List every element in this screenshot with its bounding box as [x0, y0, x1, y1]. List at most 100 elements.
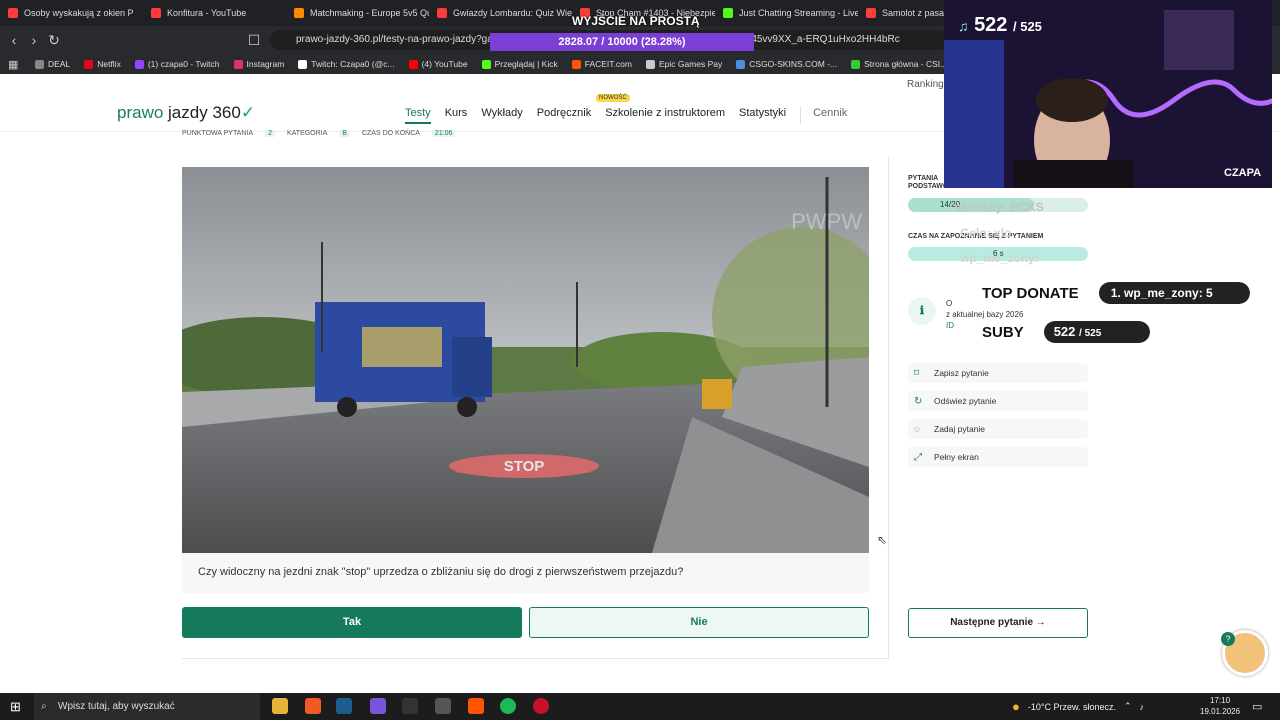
tray-arrow-icon[interactable]: ⌃ — [1124, 701, 1132, 712]
nav-item[interactable]: Testy — [405, 107, 431, 124]
taskbar-clock[interactable]: 17:10 19.01.2026 — [1200, 695, 1240, 717]
image-watermark: PWPW — [791, 209, 862, 234]
nav-item[interactable]: Wykłady — [481, 107, 522, 124]
epic-games-icon[interactable] — [402, 698, 418, 714]
bookmark-label: Instagram — [246, 59, 285, 69]
bookmark-item[interactable]: (4) YouTube — [404, 59, 473, 69]
chat-icon: ◌ — [914, 423, 920, 435]
meta-value-points: 2 — [265, 130, 275, 137]
subs-widget-current: 522 — [1053, 324, 1076, 339]
notification-icon[interactable]: ▭ — [1252, 700, 1262, 713]
volume-icon[interactable]: ♪ — [1140, 702, 1145, 712]
url-text: prawo-jazdy-360.pl/testy-na-prawo-jazdy?… — [296, 34, 504, 45]
browser-tab[interactable]: Konfitura - YouTube — [143, 0, 286, 26]
bookmark-label: CSGO-SKINS.COM -... — [749, 59, 838, 69]
brave-browser-icon[interactable] — [305, 698, 321, 714]
top-donate-value: 1. wp_me_zony: 5 — [1098, 282, 1250, 304]
nav-item[interactable]: Podręcznik — [537, 107, 591, 124]
fullscreen-icon: ⤢ — [914, 451, 922, 463]
bookmark-item[interactable]: Twitch: Czapa0 (@c... — [293, 59, 399, 69]
sidebar-divider — [888, 157, 889, 659]
cam-label: CZAPA — [1224, 167, 1261, 179]
sidebar-action[interactable]: ⌑ Zapisz pytanie — [908, 363, 1088, 383]
tab-favicon-icon — [151, 8, 161, 18]
obs-icon[interactable] — [370, 698, 386, 714]
bookmark-item[interactable]: (1) czapa0 - Twitch — [130, 59, 225, 69]
bookmark-favicon-icon — [134, 59, 144, 69]
road-scene-illustration: STOP PWPW — [182, 167, 869, 553]
csgo-icon[interactable] — [435, 698, 451, 714]
faceit-icon[interactable] — [468, 698, 484, 714]
meta-label-time: CZAS DO KOŃCA — [361, 130, 420, 137]
browser-tab[interactable]: Matchmaking - Europe 5v5 Qu — [286, 0, 429, 26]
site-logo[interactable]: prawo jazdy 360✓ — [117, 103, 255, 123]
browser-tab[interactable]: Just Chatting Streaming - Live — [715, 0, 858, 26]
bookmark-label: (1) czapa0 - Twitch — [147, 59, 220, 69]
bookmark-favicon-icon — [408, 59, 418, 69]
refresh-icon: ↻ — [914, 395, 923, 407]
bookmark-item[interactable]: DEAL — [30, 59, 75, 69]
answer-yes-button[interactable]: Tak — [182, 607, 522, 638]
nav-item[interactable]: Cennik — [800, 107, 847, 124]
tab-favicon-icon — [8, 8, 18, 18]
bookmark-favicon-icon — [481, 59, 491, 69]
nav-item[interactable]: Statystyki — [739, 107, 786, 124]
weather-text[interactable]: -10°C Przew. słonecz. — [1028, 702, 1116, 712]
search-icon: ⌕ — [41, 701, 47, 712]
basic-questions-label: PYTANIA PODSTAWOWE — [908, 175, 960, 190]
new-badge: NOWOŚĆ — [596, 94, 630, 102]
bookmark-item[interactable]: Epic Games Pay — [641, 59, 727, 69]
bookmark-item[interactable]: Netflix — [79, 59, 126, 69]
taskbar-search[interactable]: ⌕ Wpisz tutaj, aby wyszukać — [34, 693, 260, 720]
question-text: Czy widoczny na jezdni znak "stop" uprze… — [182, 553, 869, 593]
bookmark-item[interactable]: Przeglądaj | Kick — [477, 59, 563, 69]
bookmark-item[interactable]: FACEIT.com — [567, 59, 637, 69]
sidebar-action[interactable]: ↻ Odśwież pytanie — [908, 391, 1088, 411]
nav-item[interactable]: Szkolenie z instruktorem — [605, 107, 725, 124]
subs-widget-total: / 525 — [1079, 328, 1102, 339]
content-divider — [182, 658, 888, 659]
info-line2: z aktualnej bazy 2026 — [946, 310, 1024, 319]
tab-title: Osoby wyskakują z okien P — [24, 8, 134, 18]
subs-total: / 525 — [1013, 19, 1042, 34]
windows-start-icon[interactable]: ⊞ — [10, 699, 21, 715]
tab-favicon-icon — [866, 8, 876, 18]
bookmark-star-icon[interactable]: ☐ — [244, 32, 264, 49]
chat-line-2: Gelo: xlo — [960, 226, 1012, 240]
bookmark-item[interactable]: Instagram — [229, 59, 290, 69]
weather-icon: ● — [1012, 699, 1020, 714]
meta-label-points: PUNKTOWA PYTANIA — [182, 130, 254, 137]
subs-label: SUBY — [982, 323, 1024, 341]
sidebar-action[interactable]: ⤢ Pełny ekran — [908, 447, 1088, 467]
ranking-link[interactable]: Ranking — [907, 79, 944, 90]
bookmark-favicon-icon — [298, 59, 308, 69]
sidebar-action[interactable]: ◌ Zadaj pytanie — [908, 419, 1088, 439]
back-icon[interactable]: ‹ — [4, 32, 24, 48]
answer-no-button[interactable]: Nie — [529, 607, 869, 638]
help-icon[interactable]: ? — [1221, 632, 1235, 646]
file-explorer-icon[interactable] — [272, 698, 288, 714]
bookmark-item[interactable]: CSGO-SKINS.COM -... — [731, 59, 842, 69]
browser-tab[interactable]: Gwiazdy Lombardu: Quiz Wied — [429, 0, 572, 26]
reload-icon[interactable]: ↻ — [44, 32, 64, 49]
taskbar-search-placeholder: Wpisz tutaj, aby wyszukać — [58, 701, 175, 712]
bookmark-favicon-icon — [851, 59, 861, 69]
bookmark-label: FACEIT.com — [584, 59, 632, 69]
bell-icon: ♫ — [958, 18, 969, 34]
apps-grid-icon[interactable]: ▦ — [8, 58, 26, 71]
nav-item[interactable]: Kurs — [445, 107, 468, 124]
spotify-icon[interactable] — [500, 698, 516, 714]
meta-value-category[interactable]: B — [339, 130, 350, 137]
tab-title: Matchmaking - Europe 5v5 Qu — [310, 8, 429, 18]
meta-label-category: KATEGORIA — [286, 130, 328, 137]
steam-icon[interactable] — [336, 698, 352, 714]
donation-goal-bar: 2828.07 / 10000 (28.28%) — [490, 33, 754, 51]
clock-date: 19.01.2026 — [1200, 707, 1241, 716]
opera-icon[interactable] — [533, 698, 549, 714]
bookmark-item[interactable]: Strona główna - CSI... — [846, 59, 952, 69]
forward-icon[interactable]: › — [24, 32, 44, 48]
next-question-button[interactable]: Następne pytanie → — [908, 608, 1088, 638]
browser-tab[interactable]: Osoby wyskakują z okien P — [0, 0, 143, 26]
bookmark-icon: ⌑ — [914, 367, 920, 379]
logo-part-a: prawo — [117, 103, 169, 122]
